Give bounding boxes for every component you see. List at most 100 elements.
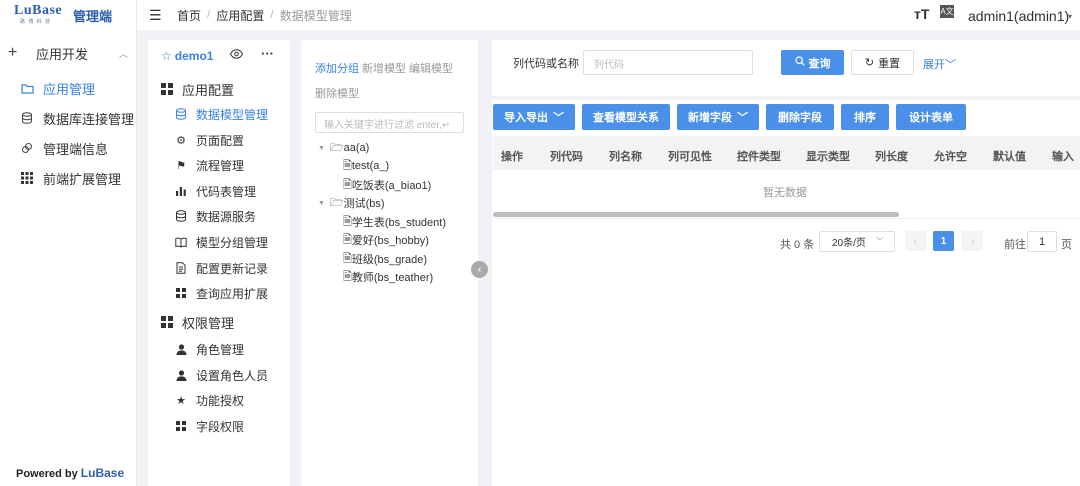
gear-icon: ⚙: [176, 134, 186, 147]
column-header: 列代码: [550, 151, 583, 163]
section-permission[interactable]: 权限管理: [161, 314, 234, 331]
nav-group-label: 应用开发: [36, 46, 89, 62]
column-header: 默认值: [993, 151, 1026, 163]
search-input[interactable]: 列代码: [583, 50, 753, 75]
nav-item-frontend-ext[interactable]: 前端扩展管理: [20, 168, 135, 188]
nav-item-db-conn[interactable]: 数据库连接管理: [20, 108, 135, 128]
empty-table-text: 暂无数据: [763, 187, 807, 199]
tree-leaf-label: 学生表(bs_student): [351, 217, 447, 229]
sub-item-field-perm[interactable]: 字段权限: [175, 418, 244, 434]
delete-field-button[interactable]: 删除字段: [766, 104, 834, 130]
grid-icon: [175, 287, 187, 299]
app-title[interactable]: ☆ demo1: [161, 49, 213, 63]
nav-item-admin-info[interactable]: 管理端信息: [20, 138, 135, 158]
sub-item-role-users[interactable]: 设置角色人员: [175, 367, 268, 383]
tree-leaf[interactable]: 🗎 test(a_): [343, 158, 389, 174]
page-number[interactable]: 1: [933, 231, 954, 251]
caret-down-icon[interactable]: ▾: [1068, 12, 1072, 21]
tree-leaf[interactable]: 🗎 班级(bs_grade): [343, 251, 427, 267]
sub-item-role[interactable]: 角色管理: [175, 341, 244, 357]
tree-leaf[interactable]: 🗎 吃饭表(a_biao1): [343, 177, 431, 193]
breadcrumb-app-config[interactable]: 应用配置: [216, 7, 264, 24]
chevron-down-icon: ﹀: [875, 237, 884, 246]
section-app-config[interactable]: 应用配置: [161, 81, 234, 98]
translate-icon[interactable]: A文: [940, 5, 954, 18]
tree-leaf[interactable]: 🗎 爱好(bs_hobby): [343, 232, 429, 248]
horizontal-scrollbar[interactable]: [493, 212, 899, 217]
user-menu[interactable]: admin1(admin1): [968, 8, 1069, 24]
add-field-button[interactable]: 新增字段 ﹀: [677, 104, 759, 130]
document-icon: 🗎: [343, 159, 352, 172]
sub-item-query-ext[interactable]: 查询应用扩展: [175, 285, 268, 301]
goto-label: 前往: [1004, 239, 1026, 251]
nav-item-label: 管理端信息: [43, 141, 109, 157]
reset-button[interactable]: ↻ 重置: [851, 50, 914, 75]
folder-icon: [20, 81, 34, 95]
menu-toggle-icon[interactable]: ☰: [149, 7, 162, 24]
tree-group-test[interactable]: ▼ 🗁 测试(bs): [318, 195, 385, 211]
expand-label: 展开: [923, 59, 945, 71]
powered-brand: LuBase: [80, 466, 125, 480]
query-button[interactable]: 查询: [781, 50, 844, 75]
brand-title: 管理端: [73, 9, 113, 24]
sub-item-func-auth[interactable]: ★ 功能授权: [175, 392, 244, 408]
breadcrumb-home[interactable]: 首页: [177, 7, 201, 24]
tree-leaf[interactable]: 🗎 教师(bs_teather): [343, 269, 433, 285]
expand-link[interactable]: 展开﹀: [923, 56, 956, 72]
powered-by: Powered by LuBase: [16, 466, 124, 480]
collapse-panel-button[interactable]: ‹: [471, 261, 488, 278]
sub-item-update-log[interactable]: 配置更新记录: [175, 260, 268, 276]
sub-item-code-table[interactable]: 代码表管理: [175, 183, 256, 199]
folder-icon: 🗁: [330, 141, 344, 154]
add-field-label: 新增字段: [688, 112, 732, 124]
goto-page-input[interactable]: [1027, 231, 1057, 252]
delete-field-label: 删除字段: [778, 112, 822, 124]
breadcrumb: 首页 / 应用配置 / 数据模型管理: [177, 7, 352, 24]
sort-button[interactable]: 排序: [841, 104, 889, 130]
add-group-link[interactable]: 添加分组: [315, 60, 359, 76]
flag-icon: ⚑: [176, 159, 186, 172]
column-header: 操作: [501, 151, 523, 163]
grid-icon: [161, 83, 173, 95]
grid-icon: [161, 316, 173, 328]
view-model-relation-button[interactable]: 查看模型关系: [582, 104, 670, 130]
tree-leaf-label: test(a_): [351, 160, 390, 172]
user-icon: [175, 369, 187, 381]
sub-item-data-model[interactable]: 数据模型管理: [175, 106, 268, 122]
edit-model-link[interactable]: 编辑模型: [409, 60, 453, 76]
text-size-icon[interactable]: тT: [914, 6, 929, 22]
column-header: 控件类型: [737, 151, 781, 163]
chevron-down-icon: ﹀: [737, 112, 748, 124]
page-size-select[interactable]: 20条/页 ﹀: [819, 231, 895, 252]
sub-item-label: 数据模型管理: [196, 107, 269, 122]
tree-filter-input[interactable]: 输入关键字进行过滤 enter,↵: [315, 112, 464, 133]
chevron-down-icon: ﹀: [553, 112, 564, 124]
sub-item-model-group[interactable]: 模型分组管理: [175, 234, 268, 250]
sub-item-page-config[interactable]: ⚙ 页面配置: [175, 132, 244, 148]
more-icon[interactable]: ···: [261, 46, 274, 61]
nav-group-app-dev[interactable]: + 应用开发 ︿: [8, 43, 128, 63]
tree-group-aa[interactable]: ▼ 🗁 aa(a): [318, 140, 369, 156]
view-relation-label: 查看模型关系: [593, 112, 659, 124]
sub-item-label: 查询应用扩展: [196, 286, 269, 301]
document-icon: 🗎: [343, 233, 352, 246]
tree-leaf[interactable]: 🗎 学生表(bs_student): [343, 214, 446, 230]
sub-item-label: 流程管理: [196, 158, 245, 173]
grid-icon: [20, 171, 34, 185]
sub-item-flow[interactable]: ⚑ 流程管理: [175, 157, 244, 173]
delete-model-link[interactable]: 删除模型: [315, 85, 359, 101]
tree-leaf-label: 教师(bs_teather): [351, 272, 434, 284]
chevron-up-icon: ︿: [118, 48, 128, 59]
sub-item-label: 字段权限: [196, 419, 245, 434]
add-model-link[interactable]: 新增模型: [362, 60, 406, 76]
chevron-down-icon: ﹀: [945, 59, 956, 71]
design-form-button[interactable]: 设计表单: [896, 104, 966, 130]
eye-icon[interactable]: [229, 47, 244, 62]
import-export-button[interactable]: 导入导出 ﹀: [493, 104, 575, 130]
nav-item-app-manage[interactable]: 应用管理: [20, 78, 135, 98]
tree-group-label: 测试(bs): [343, 198, 385, 210]
sub-item-datasource[interactable]: 数据源服务: [175, 208, 256, 224]
next-page-button[interactable]: ›: [962, 231, 983, 251]
prev-page-button[interactable]: ‹: [905, 231, 926, 251]
sort-label: 排序: [854, 112, 876, 124]
